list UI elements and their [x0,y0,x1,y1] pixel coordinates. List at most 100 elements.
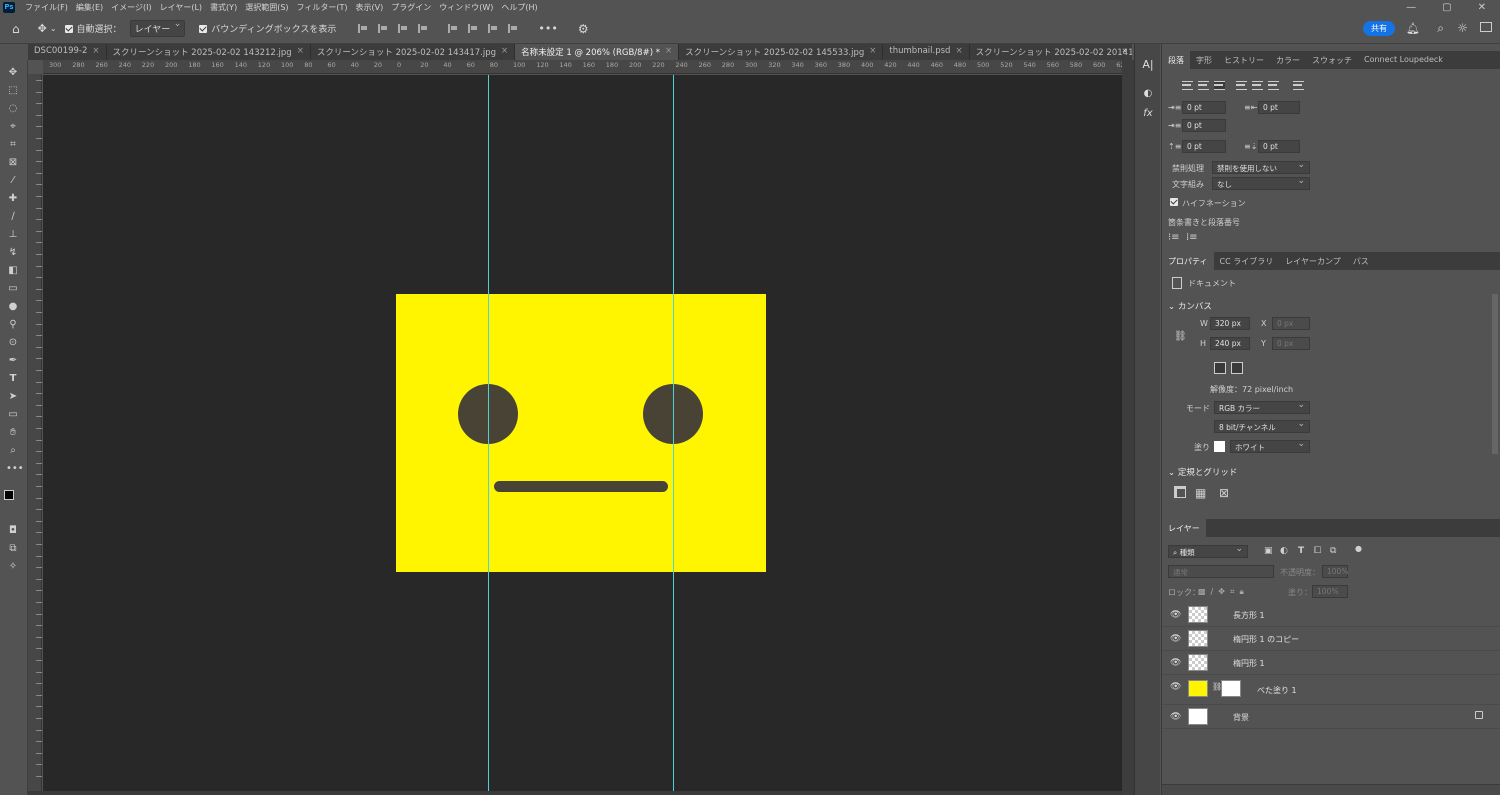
blur-tool-icon[interactable]: ● [6,300,20,314]
tab-cc-libraries[interactable]: CC ライブラリ [1214,252,1280,270]
align-center-icon[interactable] [378,24,388,33]
layer-mask-thumbnail[interactable] [1221,680,1241,697]
filter-adjustment-icon[interactable]: ◐ [1280,546,1288,556]
workspace-icon[interactable] [1480,22,1492,32]
portrait-orientation-icon[interactable] [1214,362,1226,374]
home-icon[interactable]: ⌂ [12,22,20,36]
filter-shape-icon[interactable]: ⧠ [1314,546,1321,556]
layer-row[interactable]: 👁︎ 長方形 1 [1162,603,1500,627]
frame-tool-icon[interactable]: ⊠ [6,156,20,170]
indent-left-field[interactable]: 0 pt [1182,101,1226,114]
lock-icons[interactable]: ▩∕✥⌗🔒︎ [1198,587,1249,597]
menu-type[interactable]: 書式(Y) [206,2,241,13]
menu-image[interactable]: イメージ(I) [107,2,155,13]
quick-select-tool-icon[interactable]: ⌖ [6,120,20,134]
maximize-icon[interactable]: ▢ [1442,2,1451,13]
adjustments-icon[interactable]: ◐ [1141,88,1155,102]
space-before-field[interactable]: 0 pt [1182,140,1226,153]
space-after-field[interactable]: 0 pt [1258,140,1300,153]
layer-row[interactable]: 👁︎ 楕円形 1 [1162,651,1500,675]
menu-filter[interactable]: フィルター(T) [293,2,352,13]
menu-select[interactable]: 選択範囲(S) [241,2,292,13]
properties-scrollbar[interactable] [1492,294,1498,454]
marquee-tool-icon[interactable]: ⬚ [6,84,20,98]
align-right-icon[interactable] [398,24,408,33]
indent-right-field[interactable]: 0 pt [1258,101,1300,114]
blend-mode-dropdown[interactable]: 通常 [1168,565,1274,578]
tab-paths[interactable]: パス [1347,252,1375,270]
share-button[interactable]: 共有 [1363,21,1395,36]
align-bottom-icon[interactable] [488,24,498,33]
sponge-icon[interactable]: ⊙ [6,336,20,350]
visibility-eye-icon[interactable]: 👁︎ [1170,682,1181,692]
align-middle-icon[interactable] [468,24,478,33]
tab-glyphs[interactable]: 字形 [1190,51,1218,69]
document-canvas[interactable] [396,294,766,572]
filter-smart-object-icon[interactable]: ⧉ [1330,546,1336,556]
crop-tool-icon[interactable]: ⌗ [6,138,20,152]
mask-link-icon[interactable]: ⛓ [1212,682,1222,691]
guides-icon[interactable]: ⊠ [1219,486,1229,500]
bell-icon[interactable]: 🔔︎ [1406,22,1420,35]
fill-opacity-field[interactable]: 100% [1312,585,1348,598]
canvas-width-field[interactable]: 320 px [1210,317,1250,330]
rulers-icon[interactable] [1174,486,1186,498]
distribute-icon[interactable] [418,24,428,33]
visibility-eye-icon[interactable]: 👁︎ [1170,610,1181,620]
type-tool-icon[interactable]: T [6,372,20,386]
foreground-color-swatch[interactable] [4,490,14,500]
document-tab[interactable]: スクリーンショット 2025-02-02 145533.jpg × [679,44,884,60]
align-top-icon[interactable] [448,24,458,33]
dodge-tool-icon[interactable]: ⚲ [6,318,20,332]
gradient-tool-icon[interactable]: ▭ [6,282,20,296]
hand-tool-icon[interactable]: ✋︎ [6,426,20,440]
more-options-icon[interactable]: ••• [538,22,557,35]
visibility-eye-icon[interactable]: 👁︎ [1170,658,1181,668]
canvas-scrollbar[interactable] [1122,60,1134,795]
canvas-section-header[interactable]: ⌄ カンバス [1168,300,1212,312]
eraser-tool-icon[interactable]: ◧ [6,264,20,278]
kinsoku-dropdown[interactable]: 禁則を使用しない [1212,160,1310,174]
close-tab-icon[interactable]: × [501,46,508,60]
opacity-field[interactable]: 100% [1322,565,1348,578]
justify-all-icon[interactable] [1293,81,1304,90]
close-tab-icon[interactable]: × [92,46,99,60]
auto-select-dropdown[interactable]: レイヤー [129,19,186,37]
fill-dropdown[interactable]: ホワイト [1230,439,1310,453]
canvas-workspace[interactable] [43,75,1122,791]
tab-swatches[interactable]: スウォッチ [1306,51,1358,69]
tab-loupedeck[interactable]: Connect Loupedeck [1358,51,1449,69]
pen-tool-icon[interactable]: ✒ [6,354,20,368]
menu-view[interactable]: 表示(V) [352,2,388,13]
visibility-eye-icon[interactable]: 👁︎ [1170,712,1181,722]
bullet-list-icon[interactable]: ⁝≡ [1168,232,1180,243]
align-left-icon[interactable] [358,24,368,33]
layer-row[interactable]: 👁︎ ⛓ べた塗り 1 [1162,675,1500,705]
path-select-icon[interactable]: ➤ [6,390,20,404]
filter-type-icon[interactable]: T [1298,546,1304,556]
close-window-icon[interactable]: ✕ [1478,2,1486,13]
layer-row[interactable]: 👁︎ 背景 [1162,705,1500,729]
eyedropper-tool-icon[interactable]: ⁄ [6,174,20,188]
document-tab[interactable]: スクリーンショット 2025-02-02 143417.jpg × [311,44,516,60]
tab-layers[interactable]: レイヤー [1162,519,1206,537]
rulers-grid-section-header[interactable]: ⌄ 定規とグリッド [1168,466,1237,478]
healing-brush-icon[interactable]: ✚ [6,192,20,206]
document-tab[interactable]: スクリーンショット 2025-02-02 201413.jpg× [970,44,1132,60]
history-brush-icon[interactable]: ↯ [6,246,20,260]
minimize-icon[interactable]: — [1406,2,1416,13]
tabs-overflow-icon[interactable]: » [1122,46,1128,56]
move-tool-icon[interactable]: ✥ ⌄ [38,22,57,35]
brush-tool-icon[interactable]: ∕ [6,210,20,224]
fx-styles-icon[interactable]: fx [1141,108,1155,122]
layer-filter-dropdown[interactable]: ⌕ 種類 [1168,544,1248,558]
numbered-list-icon[interactable]: ⁞≡ [1186,232,1198,243]
menu-file[interactable]: ファイル(F) [21,2,72,13]
clone-stamp-icon[interactable]: ⊥ [6,228,20,242]
color-mode-dropdown[interactable]: RGB カラー [1214,400,1310,414]
move-tool-icon[interactable]: ✥ [6,66,20,80]
layer-row[interactable]: 👁︎ 楕円形 1 のコピー [1162,627,1500,651]
hyphenation-checkbox[interactable]: ハイフネーション [1170,198,1246,209]
bit-depth-dropdown[interactable]: 8 bit/チャンネル [1214,419,1310,433]
fill-color-swatch[interactable] [1214,441,1225,452]
